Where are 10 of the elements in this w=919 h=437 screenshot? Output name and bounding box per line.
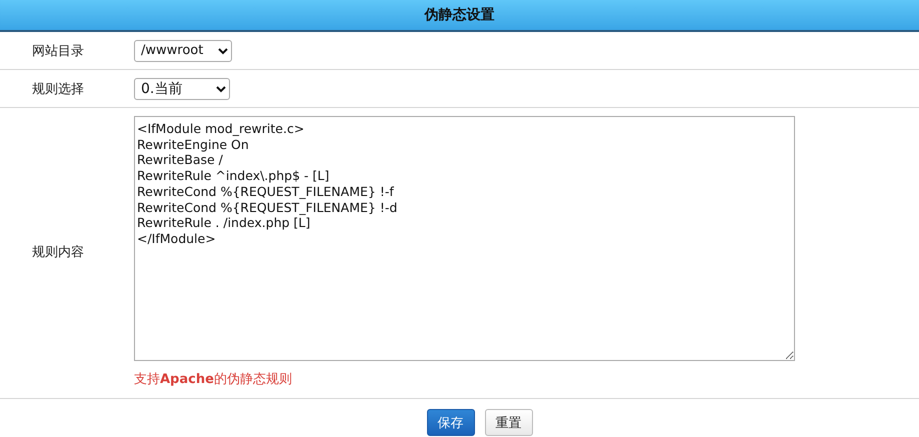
rules-textarea[interactable]: <IfModule mod_rewrite.c> RewriteEngine On RewriteBase / RewriteRule ^index\.php$ - [L] RewriteCond %{REQUEST_FILENAME} !-f RewriteCond %{REQUEST_FILENAME} !-d RewriteRule . /index.php [L] </IfModule>	[134, 116, 795, 361]
field-label: 网站目录	[31, 42, 85, 60]
dropdown[interactable]: 0.当前	[134, 78, 230, 100]
field-label: 规则选择	[31, 80, 85, 98]
dropdown[interactable]: /wwwroot	[134, 40, 232, 62]
save-button[interactable]: 保存	[426, 409, 474, 436]
reset-button[interactable]: 重置	[484, 409, 532, 436]
window-title: 伪静态设置	[424, 6, 494, 24]
hint-text: 支持Apache的伪静态规则	[134, 371, 293, 388]
field-label: 规则内容	[31, 244, 85, 261]
